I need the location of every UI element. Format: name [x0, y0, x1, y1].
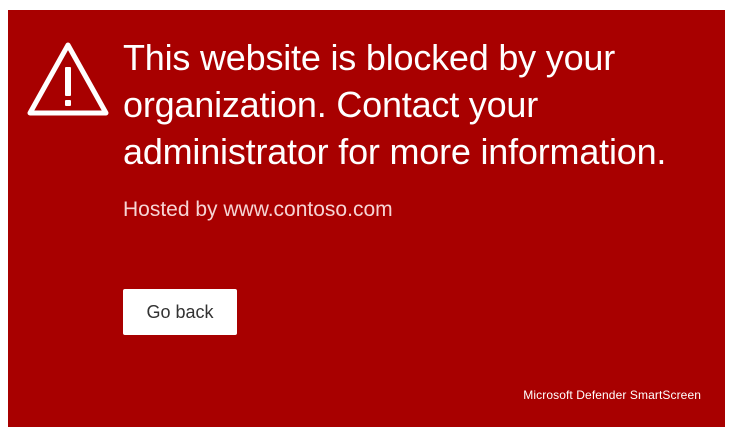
- blocked-message-headline: This website is blocked by your organiza…: [123, 37, 667, 172]
- go-back-button[interactable]: Go back: [123, 289, 237, 335]
- hosted-by-text: Hosted by www.contoso.com: [123, 198, 393, 221]
- defender-smartscreen-branding: Microsoft Defender SmartScreen: [523, 388, 701, 402]
- warning-triangle-icon: [27, 42, 109, 116]
- page-frame: This website is blocked by your organiza…: [0, 0, 735, 436]
- blocked-site-panel: This website is blocked by your organiza…: [8, 10, 725, 427]
